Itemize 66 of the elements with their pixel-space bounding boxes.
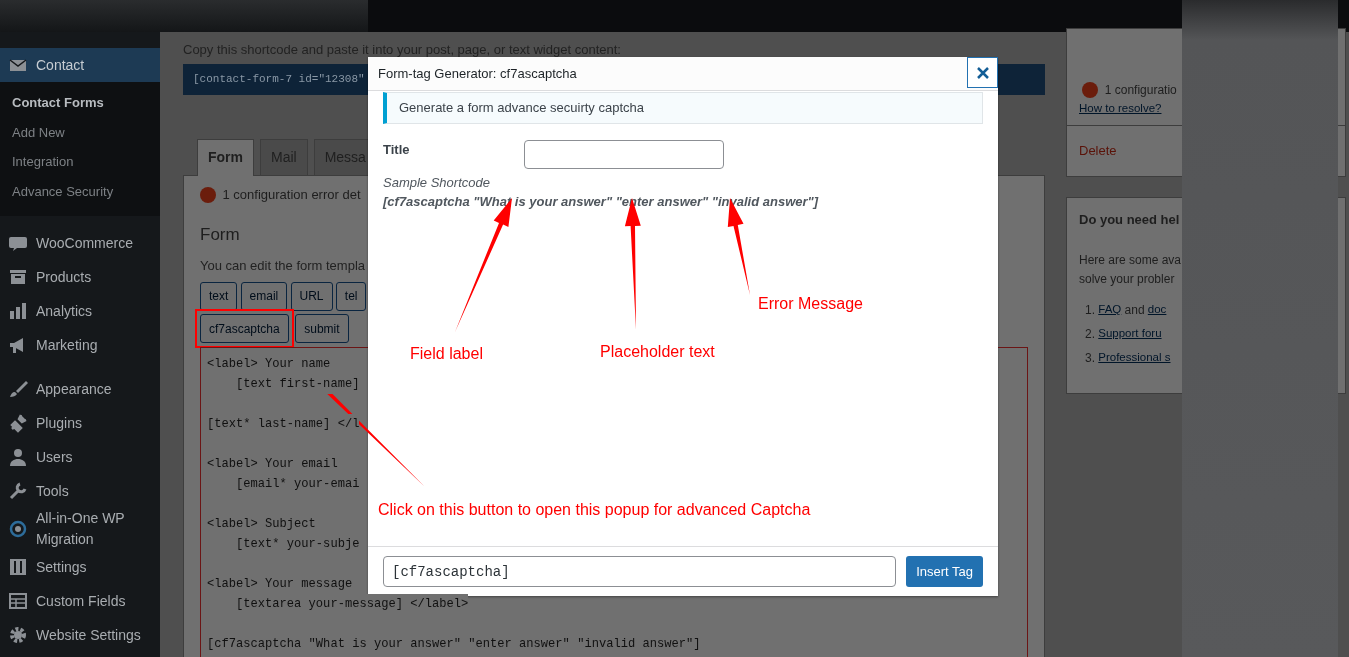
annotation-label: Field label xyxy=(410,344,483,364)
help-heading: Do you need hel xyxy=(1079,210,1181,229)
help-link[interactable]: Support foru xyxy=(1098,325,1162,344)
sidebar-item[interactable]: Custom Fields xyxy=(0,584,160,618)
help-link[interactable]: Professional s xyxy=(1098,349,1171,368)
sidebar-item[interactable]: All-in-One WP Migration xyxy=(0,508,160,550)
wrench-icon xyxy=(8,481,28,501)
sidebar-item[interactable]: Tools xyxy=(0,474,160,508)
submenu-item[interactable]: Add New xyxy=(0,117,160,147)
help-text: Here are some ava xyxy=(1079,252,1183,270)
tag-button[interactable]: cf7ascaptcha xyxy=(200,314,289,343)
close-icon xyxy=(976,66,989,79)
tag-button[interactable]: tel xyxy=(335,281,367,311)
brush-icon xyxy=(8,379,28,399)
resolve-link[interactable]: How to resolve? xyxy=(1079,102,1162,114)
sidebar-item[interactable]: Users xyxy=(0,440,160,474)
annotation-label: Error Message xyxy=(758,294,863,314)
section-heading: Form xyxy=(200,224,241,247)
tab[interactable]: Form xyxy=(197,138,254,176)
title-field[interactable] xyxy=(524,139,724,169)
user-icon xyxy=(8,447,28,467)
archive-icon xyxy=(8,267,28,287)
submenu-item[interactable]: Integration xyxy=(0,147,160,177)
plug-icon xyxy=(8,413,28,433)
close-button[interactable] xyxy=(967,57,998,88)
help-text: and xyxy=(1124,302,1145,320)
insert-tag-button[interactable]: Insert Tag xyxy=(906,556,983,587)
table-icon xyxy=(8,591,28,611)
help-link[interactable]: doc xyxy=(1147,301,1167,320)
tag-button[interactable]: text xyxy=(200,281,238,311)
field-label: Title xyxy=(383,141,410,157)
gear-icon xyxy=(8,625,28,645)
list-number: 2. xyxy=(1085,326,1095,344)
tag-button[interactable]: email xyxy=(240,281,288,311)
bar-chart-icon xyxy=(8,301,28,321)
list-number: 1. xyxy=(1085,302,1095,320)
dialog-title: Form-tag Generator: cf7ascaptcha xyxy=(378,64,577,83)
sidebar-item[interactable]: WooCommerce xyxy=(0,226,160,260)
config-notice: 1 configuration error det xyxy=(222,185,361,204)
tag-button[interactable]: submit xyxy=(295,314,349,343)
config-notice: 1 configuratio xyxy=(1104,82,1177,99)
sidebar-item[interactable]: Contact xyxy=(0,48,160,82)
submenu-item[interactable]: Advance Security xyxy=(0,176,160,206)
annotation-label: Click on this button to open this popup for advanced Captcha xyxy=(378,500,811,520)
error-icon xyxy=(1082,82,1099,98)
delete-link[interactable]: Delete xyxy=(1079,143,1117,159)
form-description: You can edit the form templa xyxy=(200,256,366,275)
tag-field[interactable]: [cf7ascaptcha] xyxy=(383,556,897,587)
help-text: solve your probler xyxy=(1079,271,1176,289)
help-link[interactable]: FAQ xyxy=(1098,301,1122,320)
info-notice: Generate a form advance secuirty captcha xyxy=(383,92,983,124)
sidebar-item[interactable]: Analytics xyxy=(0,294,160,328)
sample-shortcode: [cf7ascaptcha "What is your answer" "enter answer" "invalid answer"] xyxy=(383,193,820,211)
sidebar-item[interactable]: Website Settings xyxy=(0,618,160,652)
annotation-label: Placeholder text xyxy=(600,342,715,362)
tag-button[interactable]: URL xyxy=(290,281,333,311)
sidebar-item[interactable]: Appearance xyxy=(0,372,160,406)
submenu-item[interactable]: Contact Forms xyxy=(0,88,160,118)
sidebar-item[interactable]: Settings xyxy=(0,550,160,584)
sliders-icon xyxy=(8,557,28,577)
sidebar-item[interactable]: Products xyxy=(0,260,160,294)
error-icon xyxy=(200,186,216,203)
sample-label: Sample Shortcode xyxy=(383,173,491,192)
list-number: 3. xyxy=(1085,350,1095,368)
sidebar-item[interactable]: Plugins xyxy=(0,406,160,440)
sidebar-item[interactable]: Marketing xyxy=(0,328,160,362)
